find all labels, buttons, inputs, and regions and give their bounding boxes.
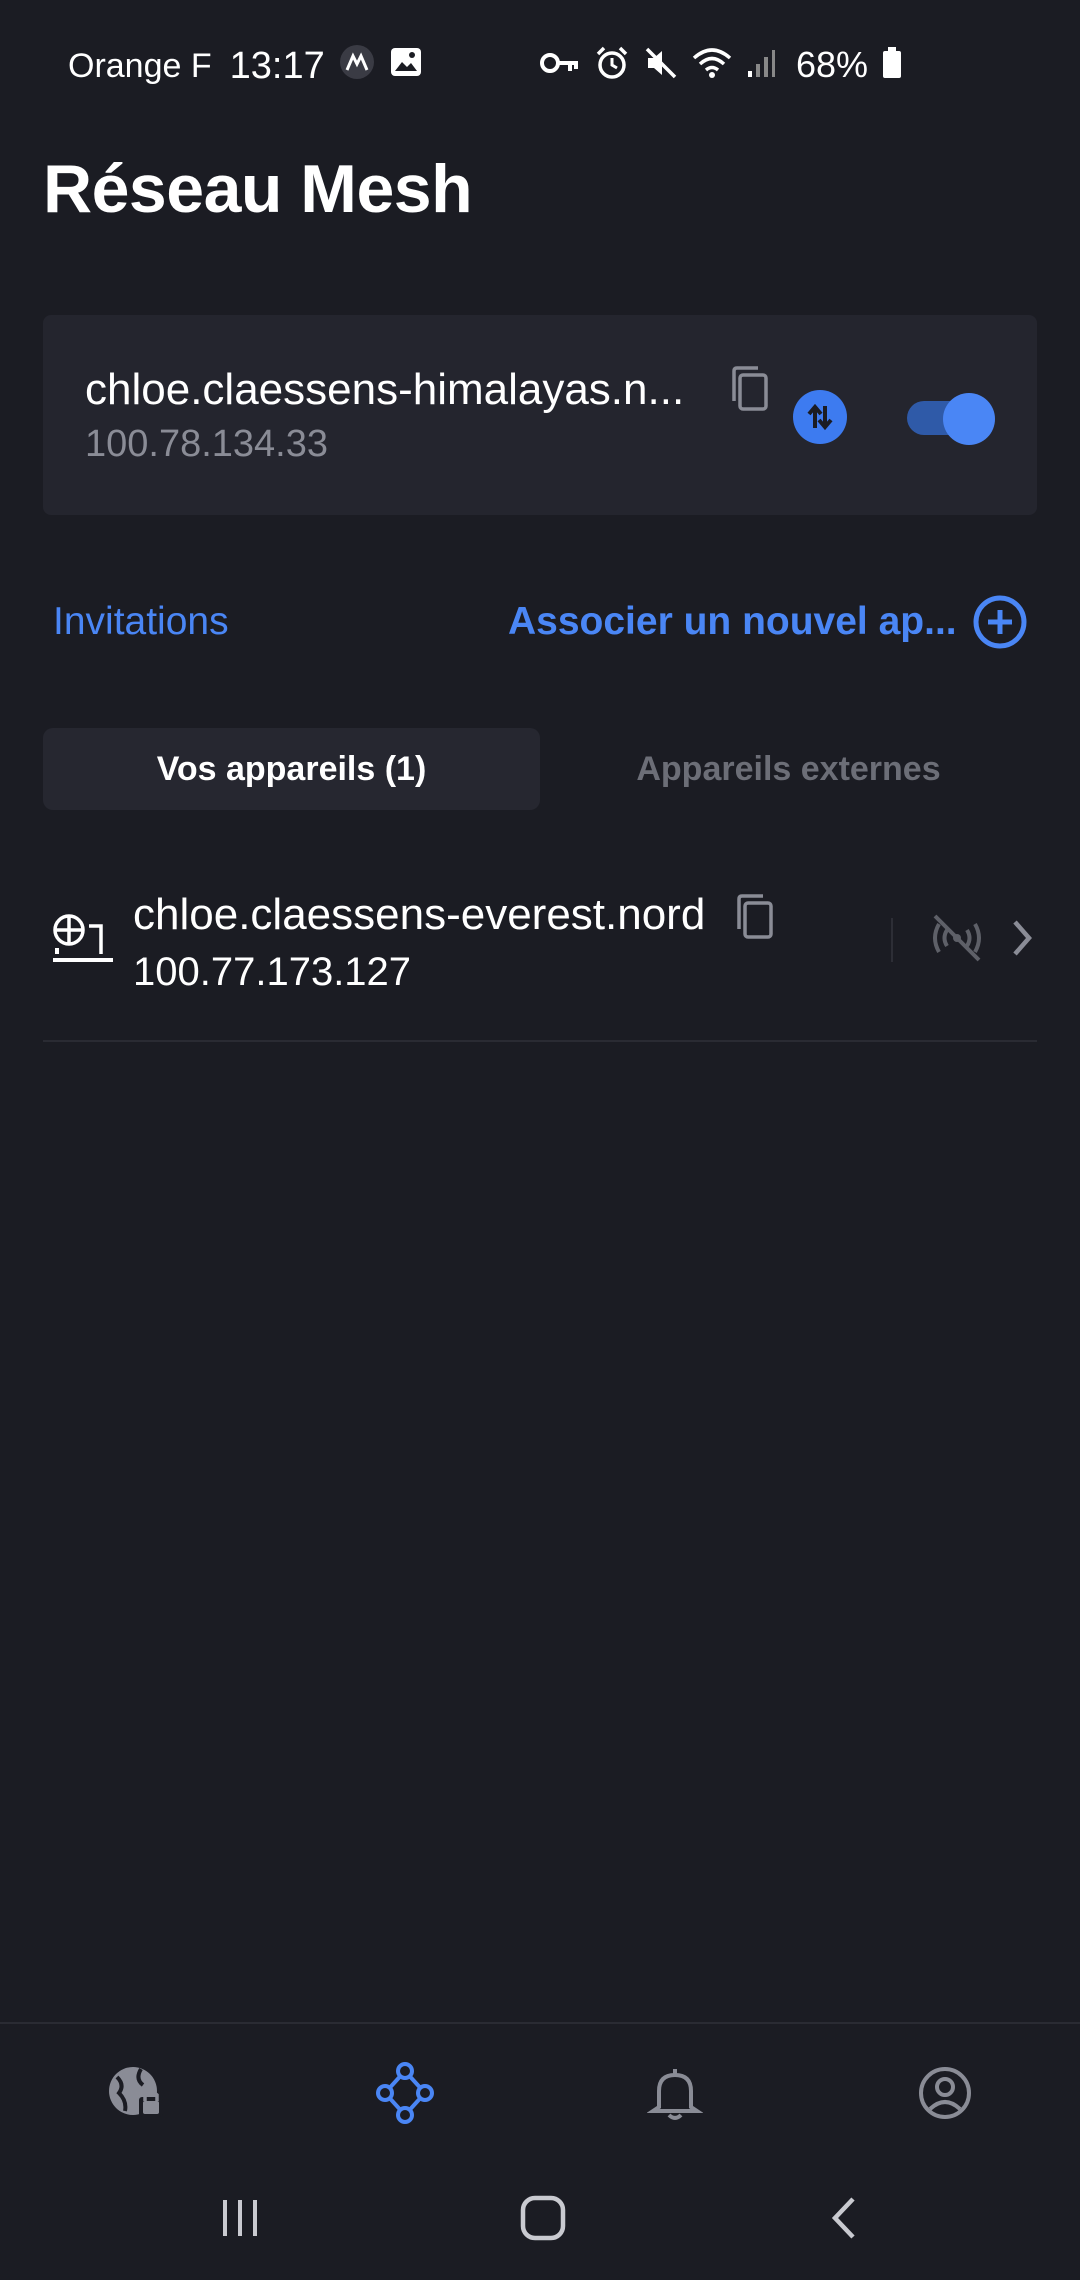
page-title: Réseau Mesh: [43, 151, 473, 227]
back-button[interactable]: [810, 2190, 880, 2250]
device-tabs: Vos appareils (1) Appareils externes: [43, 728, 1037, 810]
bottom-navigation: [0, 2022, 1080, 2164]
bell-icon: [646, 2063, 704, 2128]
copy-icon[interactable]: [733, 893, 777, 948]
tab-your-devices[interactable]: Vos appareils (1): [43, 728, 540, 810]
wifi-icon: [692, 46, 732, 85]
nav-account[interactable]: [910, 2060, 980, 2130]
carrier-name: Orange F: [68, 47, 212, 85]
mute-icon: [644, 46, 678, 85]
device-name: chloe.claessens-everest.nord: [133, 890, 706, 939]
current-device-card: chloe.claessens-himalayas.n... 100.78.13…: [43, 315, 1037, 515]
laptop-globe-icon: [51, 912, 117, 973]
divider: [891, 918, 893, 962]
gallery-icon: [389, 45, 423, 88]
home-icon: [518, 2193, 568, 2248]
add-circle-icon[interactable]: [972, 594, 1028, 655]
toggle-thumb: [943, 393, 995, 445]
recent-apps-icon: [215, 2196, 265, 2245]
globe-lock-icon: [105, 2061, 169, 2130]
current-device-name: chloe.claessens-himalayas.n...: [85, 365, 685, 414]
transfer-icon[interactable]: [793, 390, 847, 444]
nav-mesh[interactable]: [370, 2060, 440, 2130]
home-button[interactable]: [508, 2190, 578, 2250]
chevron-right-icon[interactable]: [1007, 916, 1037, 965]
mesh-toggle[interactable]: [903, 393, 995, 445]
pair-new-device-link[interactable]: Associer un nouvel ap...: [508, 600, 957, 644]
mesh-network-icon: [373, 2061, 437, 2130]
account-icon: [917, 2065, 973, 2126]
signal-icon: [746, 47, 776, 84]
copy-icon[interactable]: [728, 365, 772, 420]
status-time: 13:17: [229, 45, 325, 87]
vpn-app-icon: [339, 44, 375, 89]
recent-apps-button[interactable]: [205, 2190, 275, 2250]
no-signal-icon: [929, 910, 985, 971]
device-list-item[interactable]: chloe.claessens-everest.nord 100.77.173.…: [43, 860, 1037, 1042]
key-icon: [539, 48, 580, 83]
battery-percent: 68%: [795, 44, 868, 85]
status-bar: Orange F 13:17 68%: [0, 0, 1080, 135]
tab-external-devices[interactable]: Appareils externes: [540, 728, 1037, 810]
alarm-icon: [594, 45, 630, 86]
system-navigation: [0, 2162, 1080, 2280]
device-ip: 100.77.173.127: [133, 950, 412, 994]
battery-icon: [882, 46, 902, 84]
back-icon: [825, 2193, 865, 2248]
nav-globe-lock[interactable]: [102, 2060, 172, 2130]
current-device-ip: 100.78.134.33: [85, 423, 329, 465]
nav-notifications[interactable]: [640, 2060, 710, 2130]
invitations-link[interactable]: Invitations: [53, 600, 229, 644]
